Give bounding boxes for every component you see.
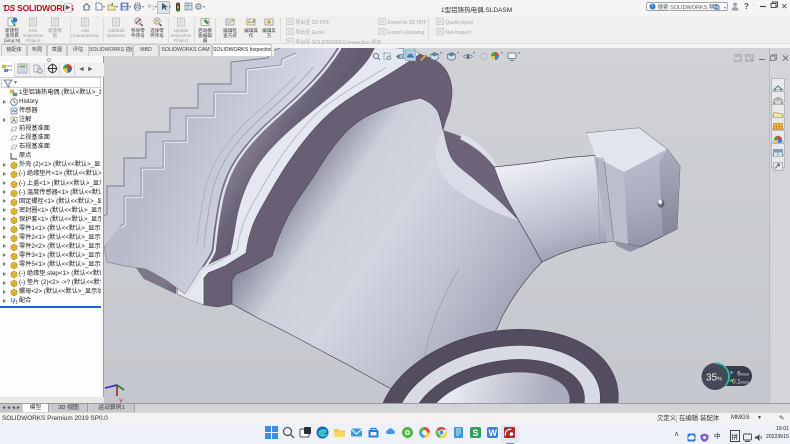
svg-text:S: S <box>472 428 478 438</box>
svg-text:?: ? <box>651 4 654 9</box>
svg-text:W: W <box>488 428 497 438</box>
